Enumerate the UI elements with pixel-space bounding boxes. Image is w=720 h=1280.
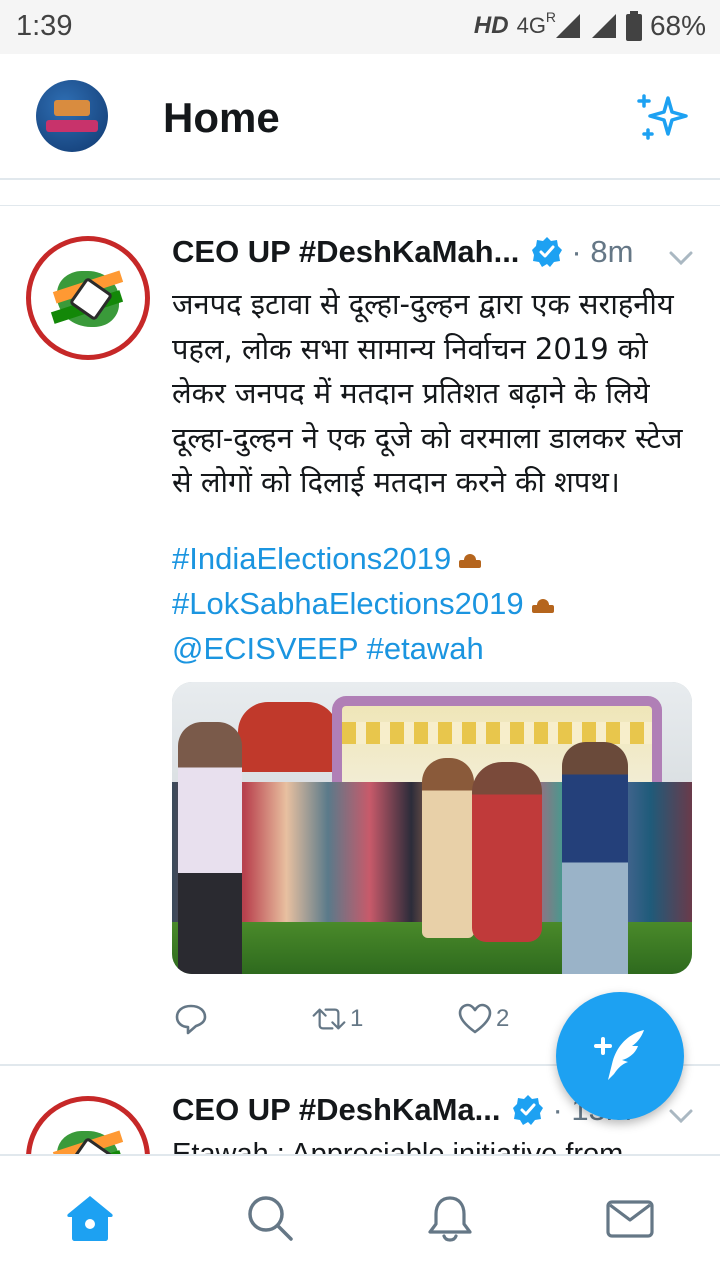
network-type: 4G R — [516, 9, 556, 38]
bottom-navigation — [0, 1154, 720, 1280]
retweet-icon — [312, 1008, 346, 1030]
hd-indicator: HD — [473, 12, 509, 39]
like-count: 2 — [496, 1005, 510, 1032]
app-header: Home — [0, 54, 720, 180]
parliament-emoji-icon — [459, 553, 482, 568]
nav-messages[interactable] — [604, 1192, 656, 1244]
compose-tweet-button[interactable] — [556, 992, 684, 1120]
tweet-header: CEO UP #DeshKaMah... · 8m — [172, 234, 633, 270]
tweet[interactable]: CEO UP #DeshKaMah... · 8m जनपद इटावा से … — [0, 206, 720, 1066]
tweet-hashtags: #IndiaElections2019 #LokSabhaElections20… — [172, 536, 702, 671]
status-icons: HD 4G R 68% — [473, 9, 706, 42]
verified-icon — [532, 237, 563, 267]
compose-feather-icon — [594, 1030, 644, 1080]
battery-icon — [625, 11, 642, 41]
chevron-down-icon[interactable] — [668, 1108, 694, 1124]
search-icon — [248, 1196, 293, 1241]
signal-icon-2 — [591, 14, 616, 38]
reply-button[interactable] — [174, 1002, 208, 1036]
heart-icon — [458, 1003, 492, 1034]
messages-icon — [606, 1200, 654, 1238]
home-icon — [67, 1196, 113, 1241]
hashtag-link[interactable]: #LokSabhaElections2019 — [172, 586, 524, 621]
tweet-header: CEO UP #DeshKaMa... · 13m — [172, 1092, 632, 1128]
chevron-down-icon[interactable] — [668, 250, 694, 266]
status-bar: 1:39 HD 4G R 68% — [0, 0, 720, 54]
tweet-text: जनपद इटावा से दूल्हा-दुल्हन द्वारा एक सर… — [172, 287, 683, 499]
mention-link[interactable]: @ECISVEEP #etawah — [172, 631, 484, 666]
parliament-emoji-icon — [531, 598, 554, 613]
author-avatar[interactable] — [26, 236, 150, 360]
tweet-time: · 8m — [571, 234, 634, 269]
retweet-count: 1 — [350, 1005, 364, 1032]
page-title: Home — [163, 94, 280, 141]
sparkle-icon[interactable] — [636, 90, 692, 146]
timeline-gap — [0, 182, 720, 206]
author-name[interactable]: CEO UP #DeshKaMa... — [172, 1092, 500, 1128]
battery-percent: 68% — [649, 10, 706, 41]
signal-icon — [555, 14, 580, 38]
notifications-icon — [428, 1196, 472, 1242]
author-avatar[interactable] — [26, 1096, 150, 1158]
tweet-photo[interactable] — [172, 682, 692, 974]
reply-icon — [175, 1004, 207, 1035]
hashtag-link[interactable]: #IndiaElections2019 — [172, 541, 451, 576]
author-name[interactable]: CEO UP #DeshKaMah... — [172, 234, 519, 270]
nav-home[interactable] — [64, 1192, 116, 1244]
profile-avatar[interactable] — [36, 80, 108, 152]
status-time: 1:39 — [16, 10, 73, 42]
nav-notifications[interactable] — [424, 1192, 476, 1244]
nav-search[interactable] — [244, 1192, 296, 1244]
retweet-button[interactable]: 1 — [312, 1002, 363, 1036]
like-button[interactable]: 2 — [458, 1002, 509, 1036]
verified-icon — [513, 1095, 544, 1125]
